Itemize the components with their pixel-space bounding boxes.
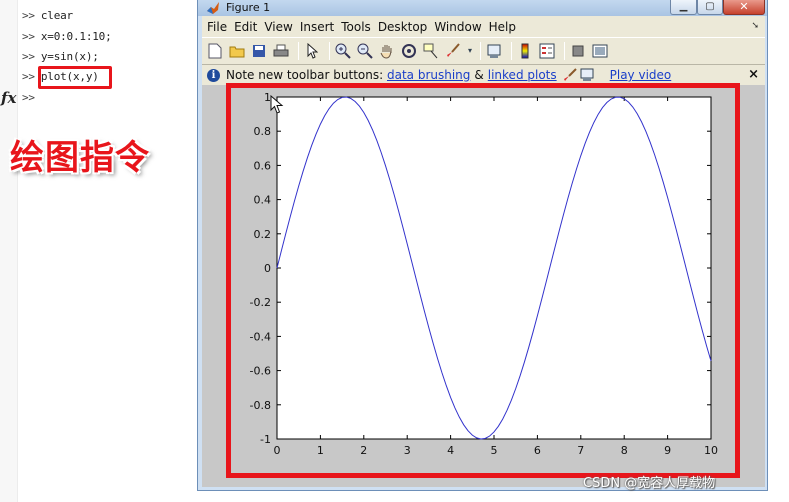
new-file-icon[interactable] <box>206 42 224 60</box>
maximize-icon: ▢ <box>705 1 715 12</box>
print-icon[interactable] <box>272 42 290 60</box>
mouse-cursor-icon <box>270 95 284 114</box>
maximize-button[interactable]: ▢ <box>697 0 723 15</box>
command-prompt: >> <box>22 50 35 63</box>
command-prompt: >> <box>22 91 35 104</box>
title-bar[interactable]: Figure 1 ▁ ▢ ✕ <box>198 0 767 16</box>
pan-icon[interactable] <box>378 42 396 60</box>
zoom-in-icon[interactable] <box>334 42 352 60</box>
brush-icon[interactable] <box>444 42 462 60</box>
info-icon: i <box>207 68 220 82</box>
matlab-logo-icon <box>207 2 219 14</box>
close-button[interactable]: ✕ <box>723 0 765 15</box>
info-bar: i Note new toolbar buttons: data brushin… <box>202 66 765 84</box>
brush-dropdown-icon[interactable]: ▾ <box>466 42 474 60</box>
menu-tools[interactable]: Tools <box>341 20 371 34</box>
toolbar-separator <box>511 42 512 60</box>
menu-desktop[interactable]: Desktop <box>378 20 428 34</box>
menu-dock-arrow-icon[interactable]: ➘ <box>751 21 759 31</box>
toolbar-separator <box>329 42 330 60</box>
toolbar-separator <box>480 42 481 60</box>
command-prompt: >> <box>22 30 35 43</box>
info-close-icon[interactable]: × <box>748 67 759 82</box>
command-prompt: >> <box>22 70 35 83</box>
command-text: y=sin(x); <box>40 50 99 63</box>
command-text: clear <box>40 9 73 22</box>
info-text: Note new toolbar buttons: <box>226 68 384 82</box>
minimize-icon: ▁ <box>679 1 688 12</box>
close-icon: ✕ <box>739 0 749 13</box>
minimize-button[interactable]: ▁ <box>670 0 697 15</box>
window-title: Figure 1 <box>226 1 271 14</box>
rotate-icon[interactable] <box>400 42 418 60</box>
data-brushing-link[interactable]: data brushing <box>387 68 470 82</box>
command-highlight-box <box>38 66 112 89</box>
menu-edit[interactable]: Edit <box>234 20 257 34</box>
show-tools-icon[interactable] <box>591 42 609 60</box>
open-folder-icon[interactable] <box>228 42 246 60</box>
info-ampersand: & <box>474 68 484 82</box>
menu-bar: File Edit View Insert Tools Desktop Wind… <box>202 16 765 37</box>
command-line-1[interactable]: >> clear <box>22 9 73 22</box>
command-prompt: >> <box>22 9 35 22</box>
watermark: CSDN @宽容人厚载物 <box>583 476 716 491</box>
menu-file[interactable]: File <box>207 20 227 34</box>
menu-help[interactable]: Help <box>489 20 516 34</box>
command-line-2[interactable]: >> x=0:0.1:10; <box>22 30 112 43</box>
link-plot-icon[interactable] <box>485 42 503 60</box>
menu-view[interactable]: View <box>264 20 292 34</box>
pointer-icon[interactable] <box>303 42 321 60</box>
annotation-label: 绘图指令 <box>10 138 150 178</box>
menu-insert[interactable]: Insert <box>300 20 334 34</box>
fx-icon[interactable]: fx <box>1 89 16 107</box>
menu-window[interactable]: Window <box>434 20 481 34</box>
command-gutter <box>0 0 18 502</box>
linked-plots-link[interactable]: linked plots <box>488 68 557 82</box>
figure-toolbar: ▾ <box>202 37 765 65</box>
colorbar-icon[interactable] <box>516 42 534 60</box>
legend-icon[interactable] <box>538 42 556 60</box>
hide-tools-icon[interactable] <box>569 42 587 60</box>
plot-highlight-box <box>226 83 740 478</box>
data-cursor-icon[interactable] <box>422 42 440 60</box>
brush-info-icon <box>563 68 577 82</box>
link-info-icon <box>580 68 594 82</box>
save-icon[interactable] <box>250 42 268 60</box>
command-window[interactable]: >> clear >> x=0:0.1:10; >> y=sin(x); >> plot… <box>0 0 200 502</box>
zoom-out-icon[interactable] <box>356 42 374 60</box>
command-line-3[interactable]: >> y=sin(x); <box>22 50 99 63</box>
play-video-link[interactable]: Play video <box>610 68 672 82</box>
command-text: x=0:0.1:10; <box>40 30 112 43</box>
toolbar-separator <box>298 42 299 60</box>
toolbar-separator <box>564 42 565 60</box>
command-line-current[interactable]: >> <box>22 91 41 104</box>
